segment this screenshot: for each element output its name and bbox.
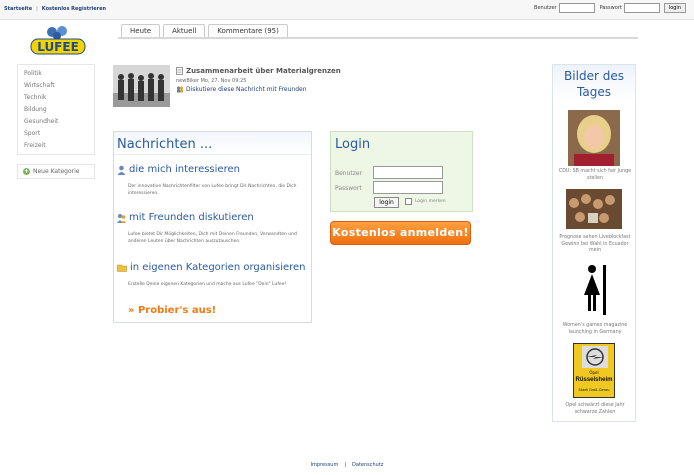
user-icon — [117, 165, 126, 175]
pictures-of-the-day: Bilder des Tages CDU: SB macht sich fair… — [552, 64, 636, 422]
tab-kommentare[interactable]: Kommentare (95) — [208, 24, 288, 37]
pictures-title: Bilder des Tages — [553, 65, 635, 101]
home-link[interactable]: Startseite — [4, 6, 32, 12]
top-pass-label: Passwort — [599, 5, 622, 11]
top-pass-input[interactable] — [623, 3, 660, 13]
category-sidebar: Politik Wirtschaft Technik Bildung Gesun… — [17, 64, 95, 155]
news-photo[interactable] — [113, 65, 170, 107]
feature-title: die mich interessieren — [129, 164, 240, 175]
feature-desc: Lufee bietet Dir Möglichkeiten, Dich mit… — [128, 232, 297, 244]
datenschutz-link[interactable]: Datenschutz — [352, 462, 383, 468]
separator: | — [36, 6, 38, 12]
picture-caption: CDU: SB macht sich fair Junge stellen — [558, 169, 632, 181]
sidebar-item-freizeit[interactable]: Freizeit — [18, 140, 94, 152]
lufee-logo[interactable]: LUFEE — [30, 24, 86, 56]
top-user-label: Benutzer — [534, 5, 557, 11]
top-bar: Startseite | Kostenlos Registrieren Benutz… — [0, 0, 694, 20]
feature-title: mit Freunden diskutieren — [129, 212, 254, 223]
login-user-label: Benutzer — [335, 170, 363, 177]
top-links: Startseite | Kostenlos Registrieren — [4, 6, 106, 12]
remember-label: Login merken — [415, 199, 446, 204]
try-it-link[interactable]: » Probier's aus! — [128, 305, 216, 316]
picture-caption: Prognose sehen Liveblockfast Gewinn bei … — [559, 235, 631, 253]
feature-title: in eigenen Kategorien organisieren — [130, 262, 306, 273]
feature-desc: Der innovative Nachrichtenfilter von Luf… — [128, 184, 297, 196]
logo-text: LUFEE — [37, 40, 79, 54]
picture-woman-sign[interactable] — [581, 263, 607, 317]
sidebar-item-politik[interactable]: Politik — [18, 68, 94, 80]
sidebar-item-sport[interactable]: Sport — [18, 128, 94, 140]
impressum-link[interactable]: Impressum — [311, 462, 339, 468]
picture-crowd[interactable] — [566, 189, 622, 229]
tab-bar: Heute Aktuell Kommentare (95) — [121, 24, 288, 37]
people-icon — [177, 86, 183, 93]
top-user-input[interactable] — [558, 3, 595, 13]
sign-district: Stadt Groß-Gerau — [578, 388, 610, 392]
login-button[interactable]: login — [374, 197, 399, 208]
picture-woman[interactable] — [568, 110, 620, 166]
folder-icon — [117, 264, 127, 272]
login-title: Login — [335, 137, 371, 152]
login-box: Login Benutzer Passwort login Login merk… — [330, 131, 473, 212]
picture-opel-sign[interactable]: Opel Rüsselsheim Stadt Groß-Gerau — [573, 343, 615, 398]
nachrichten-box: Nachrichten ... die mich interessieren D… — [113, 131, 312, 323]
login-user-input[interactable] — [373, 166, 443, 179]
new-category-button[interactable]: + Neue Kategorie — [17, 164, 95, 179]
tab-heute[interactable]: Heute — [121, 24, 161, 37]
pictures-title-line1: Bilder des — [564, 69, 624, 83]
top-login-button[interactable]: login — [663, 3, 686, 13]
opel-logo-icon — [582, 346, 608, 368]
plus-icon: + — [23, 168, 30, 175]
picture-caption: Women's games magazine launching in Germ… — [562, 323, 628, 335]
top-login-form: Benutzer Passwort login — [534, 3, 686, 13]
remember-checkbox[interactable] — [405, 198, 412, 205]
discuss-link[interactable]: Diskutiere diese Nachricht mit Freunden — [176, 86, 307, 93]
sidebar-item-bildung[interactable]: Bildung — [18, 104, 94, 116]
tab-aktuell[interactable]: Aktuell — [163, 24, 206, 37]
feature-diskutieren: mit Freunden diskutieren Lufee bietet Di… — [114, 212, 313, 245]
tab-underline — [118, 37, 638, 39]
picture-caption: Opel schwärzt diese Jahr schwarze Zahlen — [565, 403, 625, 415]
news-meta: newBiker Mo, 27. Nov 09:25 — [176, 78, 247, 84]
register-button[interactable]: Kostenlos anmelden! — [330, 221, 471, 245]
feature-interessieren: die mich interessieren Der innovative Na… — [114, 164, 313, 197]
footer: Impressum | Datenschutz — [0, 462, 694, 468]
discuss-label: Diskutiere diese Nachricht mit Freunden — [186, 86, 307, 93]
register-link[interactable]: Kostenlos Registrieren — [42, 6, 106, 12]
login-pass-label: Passwort — [335, 185, 362, 192]
separator: | — [344, 462, 347, 468]
login-pass-input[interactable] — [373, 181, 443, 194]
pictures-title-line2: Tages — [577, 85, 611, 99]
news-title[interactable]: Zusammenarbeit über Materialgrenzen — [186, 67, 341, 75]
nachrichten-title: Nachrichten ... — [114, 132, 311, 155]
document-icon — [176, 67, 183, 75]
sidebar-item-technik[interactable]: Technik — [18, 92, 94, 104]
people-icon — [117, 213, 126, 223]
sign-brand: Opel — [589, 370, 599, 375]
feature-desc: Erstelle Deine eigenen Kategorien und ma… — [128, 282, 287, 287]
sidebar-item-gesundheit[interactable]: Gesundheit — [18, 116, 94, 128]
feature-organisieren: in eigenen Kategorien organisieren Erste… — [114, 262, 313, 288]
sidebar-item-wirtschaft[interactable]: Wirtschaft — [18, 80, 94, 92]
sign-city: Rüsselsheim — [575, 377, 613, 383]
new-category-label: Neue Kategorie — [33, 168, 80, 175]
